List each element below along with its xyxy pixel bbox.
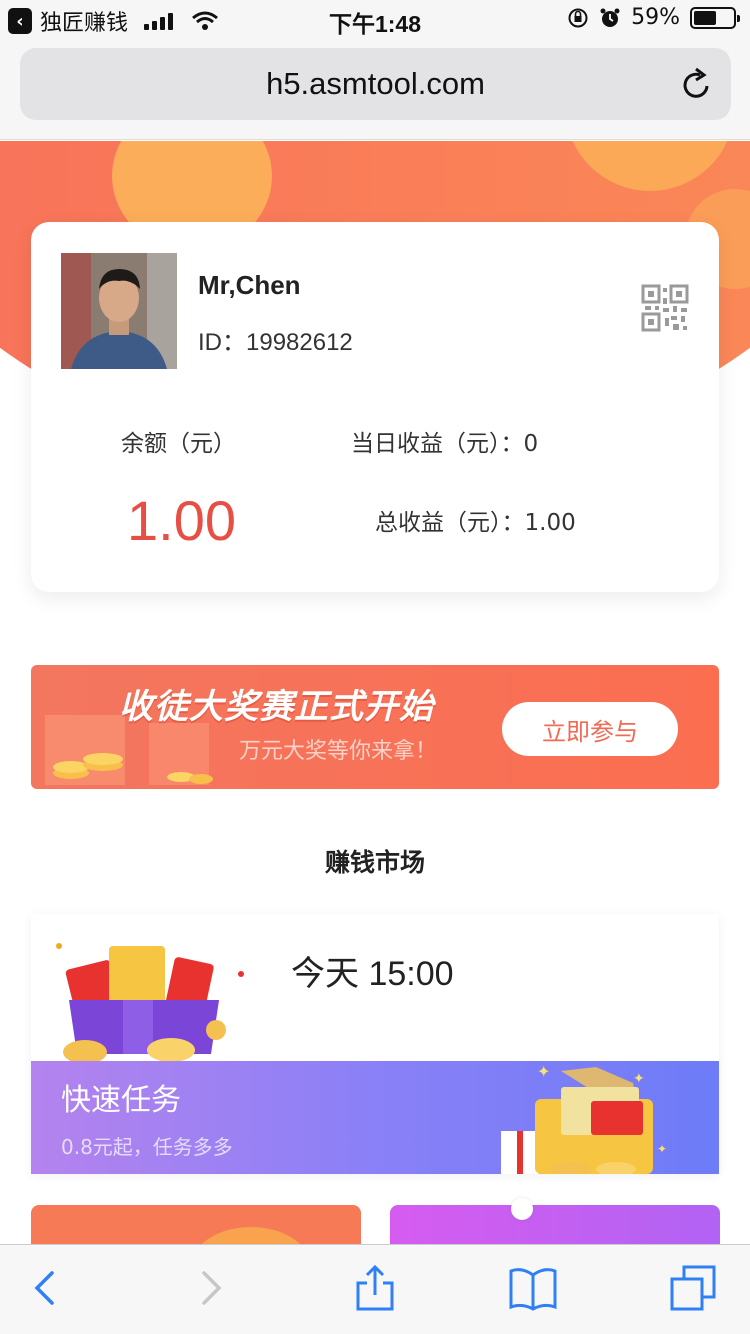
svg-text:✦: ✦ [657, 1142, 667, 1156]
today-income: 当日收益（元）：0 [351, 431, 539, 457]
back-icon[interactable] [20, 1263, 70, 1313]
quick-task-card[interactable]: 今天 15:00 快速任务 0.8元起，任务多多 ✦ ✦ ✦ [31, 914, 719, 1174]
balance-label: 余额（元） [121, 431, 236, 457]
join-now-button[interactable]: 立即参与 [502, 702, 678, 756]
svg-text:✦: ✦ [633, 1071, 645, 1087]
avatar-photo [61, 253, 177, 369]
promo-banner[interactable]: 收徒大奖赛正式开始 万元大奖等你来拿！ 立即参与 [31, 665, 719, 789]
page: ‹ 独匠赚钱 下午1:48 59% h5.asmtool.com Mr,Chen… [0, 0, 750, 1334]
qr-code-icon[interactable] [641, 284, 689, 332]
forward-icon[interactable] [186, 1263, 236, 1313]
task-name: 快速任务 [61, 1083, 181, 1118]
banner-title: 收徒大奖赛正式开始 [119, 687, 434, 727]
total-income: 总收益（元）：1.00 [375, 510, 576, 536]
tabs-icon[interactable] [668, 1263, 718, 1313]
user-name: Mr,Chen [198, 270, 301, 300]
status-right: 59% [567, 5, 740, 30]
battery-icon [690, 6, 740, 29]
status-bar: ‹ 独匠赚钱 下午1:48 59% [0, 0, 750, 40]
reload-icon[interactable] [679, 66, 713, 102]
browser-address-area: h5.asmtool.com [0, 40, 750, 140]
profile-card: Mr,Chen ID：19982612 余额（元） 1.00 当日收益（元）：0… [31, 222, 719, 592]
browser-toolbar [0, 1244, 750, 1334]
orientation-lock-icon [568, 8, 588, 27]
address-bar[interactable]: h5.asmtool.com [20, 48, 731, 120]
bookmarks-icon[interactable] [508, 1263, 558, 1313]
banner-subtitle: 万元大奖等你来拿！ [239, 739, 438, 764]
scroll-indicator [511, 1198, 533, 1220]
gift-box-icon [56, 943, 244, 1064]
avatar[interactable] [61, 253, 177, 369]
share-icon[interactable] [350, 1263, 400, 1313]
envelope-icon: ✦ ✦ ✦ [501, 1062, 667, 1174]
section-title: 赚钱市场 [324, 848, 425, 877]
svg-text:✦: ✦ [537, 1062, 550, 1081]
user-id: ID：19982612 [198, 329, 353, 356]
battery-percent: 59% [631, 5, 680, 30]
url-text: h5.asmtool.com [266, 66, 485, 101]
task-band: 快速任务 0.8元起，任务多多 ✦ ✦ ✦ [31, 1061, 719, 1174]
alarm-icon [600, 8, 620, 27]
balance-value: 1.00 [127, 489, 236, 552]
task-description: 0.8元起，任务多多 [61, 1135, 233, 1159]
task-time: 今天 15:00 [291, 955, 454, 993]
